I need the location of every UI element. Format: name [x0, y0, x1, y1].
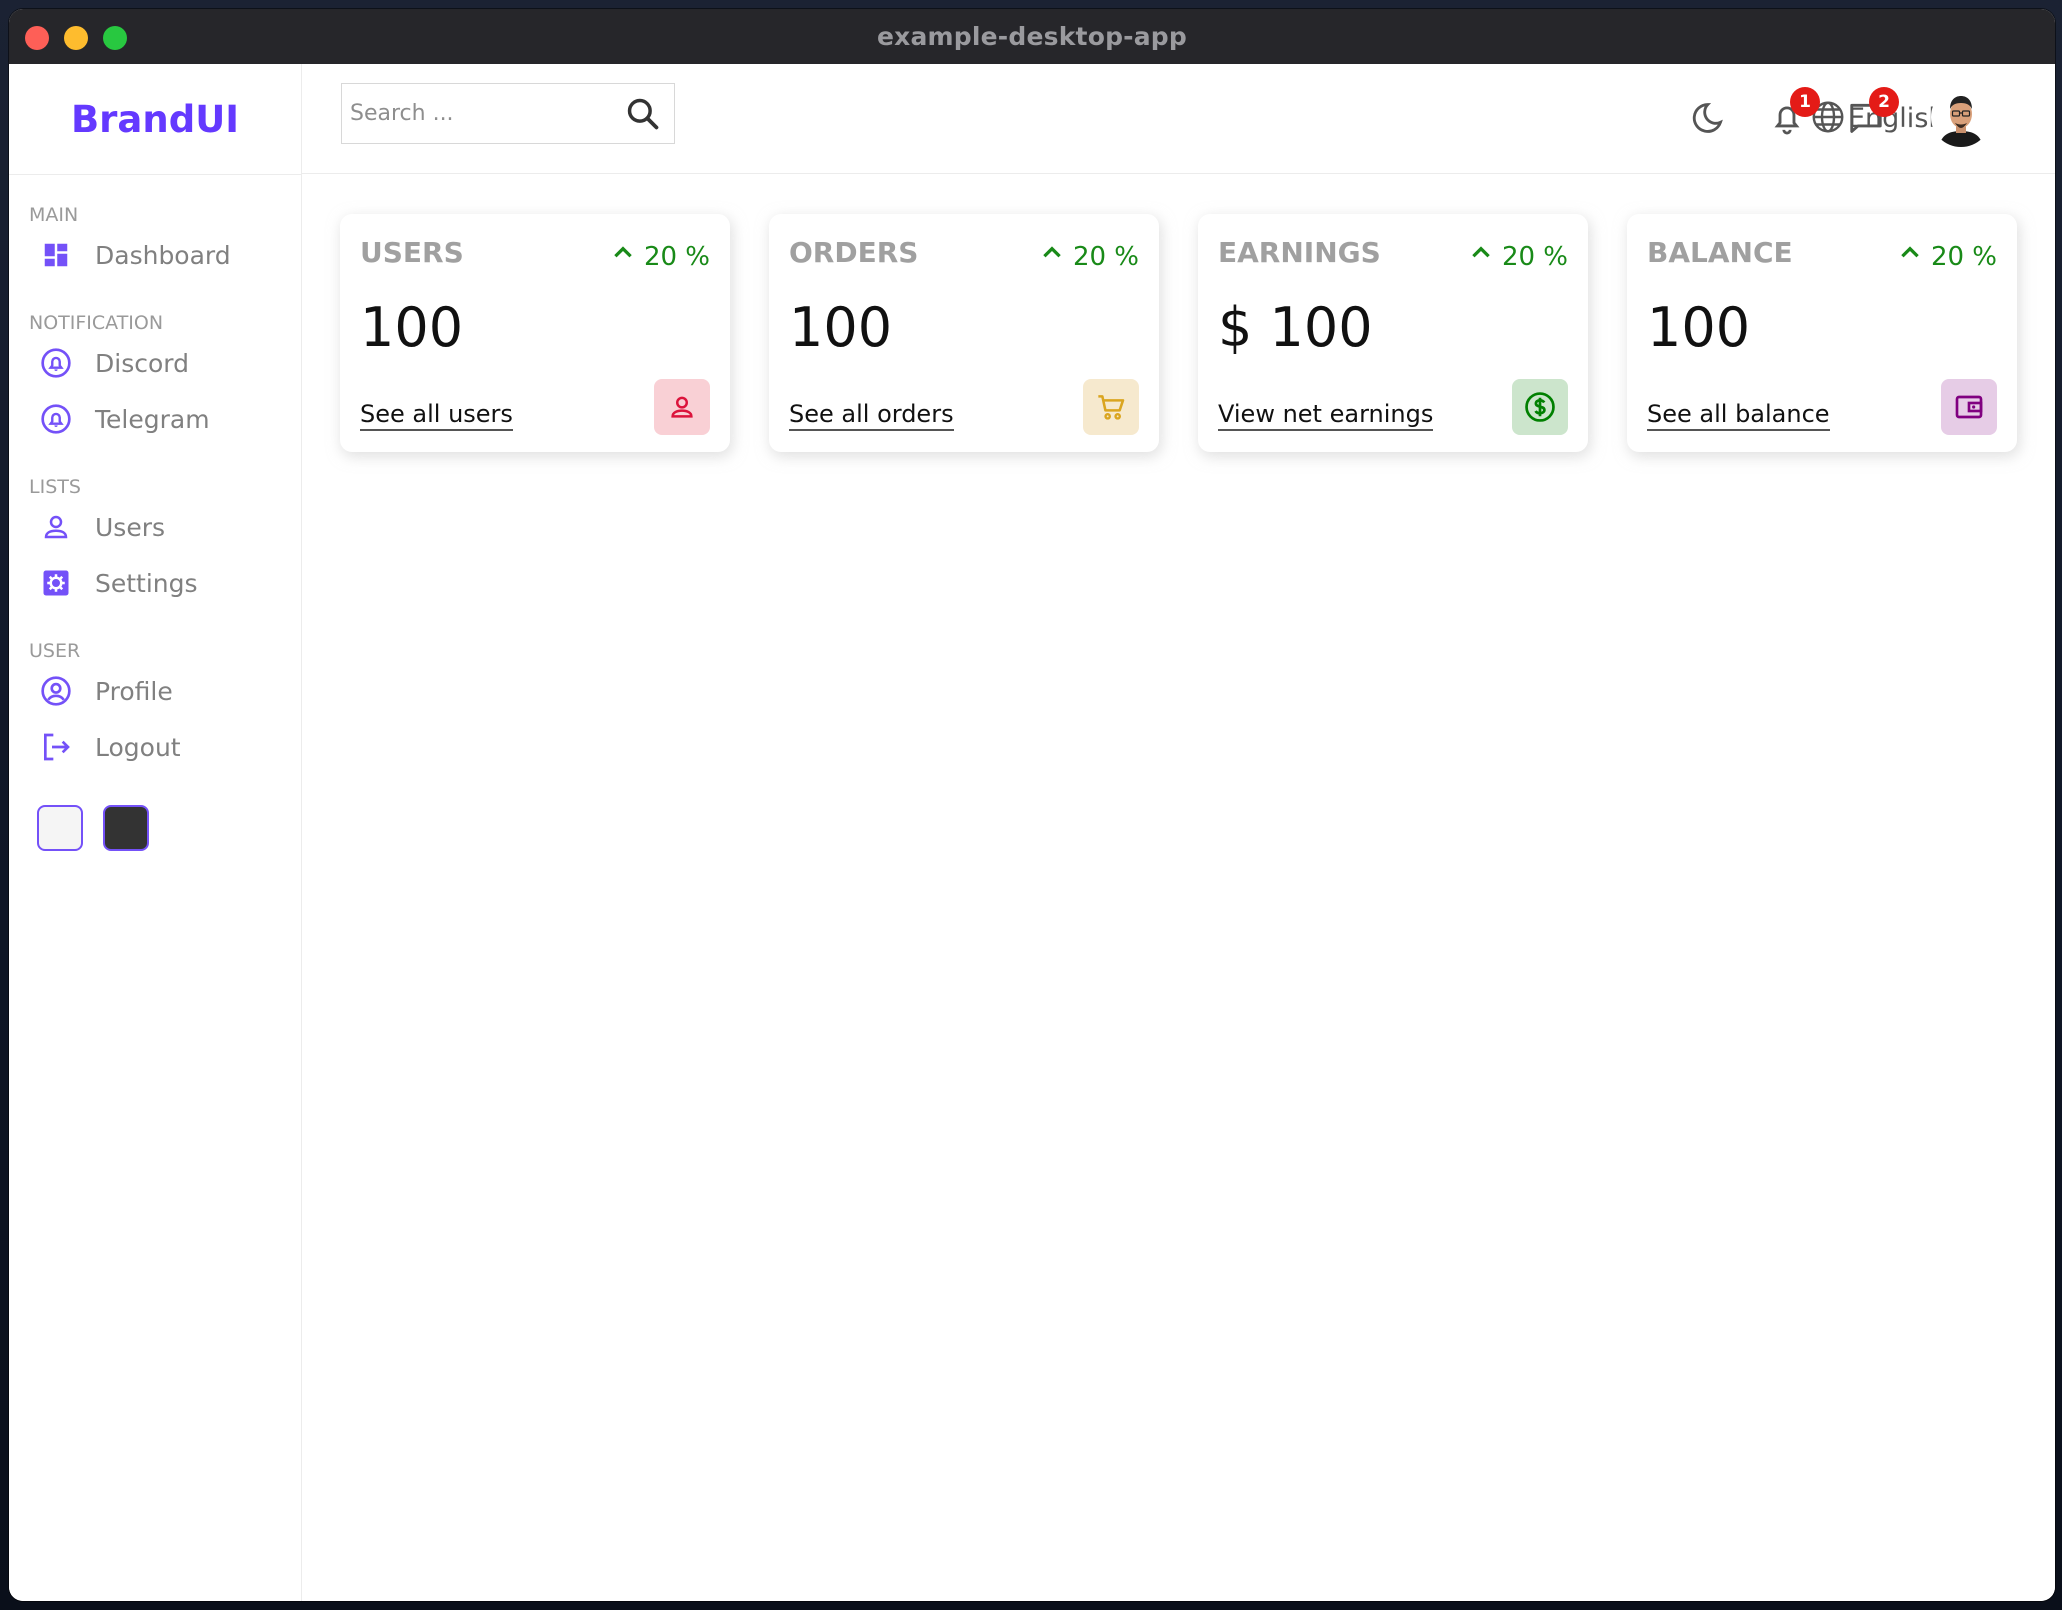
widget-percentage: 20 %: [1468, 240, 1568, 273]
percentage-value: 20 %: [643, 241, 710, 272]
main-content: USERS 20 % 100 See all users ORDERS 20 %…: [302, 174, 2055, 1601]
widget-balance: BALANCE 20 % 100 See all balance: [1627, 214, 2017, 452]
sidebar-section-main: MAIN: [29, 204, 79, 226]
user-avatar[interactable]: [1931, 87, 1991, 147]
shopping-cart-icon: [1083, 379, 1139, 435]
widget-counter: 100: [1647, 296, 1751, 359]
widget-orders: ORDERS 20 % 100 See all orders: [769, 214, 1159, 452]
sidebar-item-profile[interactable]: Profile: [9, 663, 301, 719]
widget-counter: 100: [360, 296, 464, 359]
chevron-up-icon: [1468, 240, 1494, 273]
chevron-up-icon: [610, 240, 636, 273]
sidebar-item-label: Settings: [95, 568, 198, 598]
person-icon: [39, 510, 73, 544]
sidebar-item-label: Discord: [95, 348, 189, 378]
widget-link[interactable]: See all users: [360, 400, 513, 431]
widget-title: ORDERS: [789, 236, 919, 269]
top-navbar: English 1 2: [302, 64, 2055, 174]
notifications-badge: 1: [1790, 87, 1820, 117]
sidebar-item-label: Dashboard: [95, 240, 231, 270]
sidebar-item-label: Telegram: [95, 404, 210, 434]
maximize-window-button[interactable]: [103, 26, 127, 50]
percentage-value: 20 %: [1501, 241, 1568, 272]
notifications-bell-icon[interactable]: 1: [1768, 87, 1820, 137]
sidebar-section-lists: LISTS: [29, 476, 81, 498]
person-outline-icon: [654, 379, 710, 435]
sidebar-item-label: Profile: [95, 676, 173, 706]
widget-link[interactable]: See all balance: [1647, 400, 1830, 431]
sidebar-item-discord[interactable]: Discord: [9, 335, 301, 391]
widget-earnings: EARNINGS 20 % $ 100 View net earnings: [1198, 214, 1588, 452]
settings-gear-icon: [39, 566, 73, 600]
light-theme-swatch[interactable]: [37, 805, 83, 851]
widget-percentage: 20 %: [1039, 240, 1139, 273]
brand-name: BrandUI: [70, 97, 240, 141]
sidebar: BrandUI MAIN Dashboard NOTIFICATION Disc…: [9, 64, 302, 1601]
sidebar-item-settings[interactable]: Settings: [9, 555, 301, 611]
title-bar: example-desktop-app: [9, 9, 2055, 64]
dark-mode-toggle-icon[interactable]: [1688, 99, 1726, 137]
widget-title: USERS: [360, 236, 464, 269]
widget-users: USERS 20 % 100 See all users: [340, 214, 730, 452]
dark-theme-swatch[interactable]: [103, 805, 149, 851]
account-circle-icon: [39, 674, 73, 708]
widget-title: BALANCE: [1647, 236, 1793, 269]
dollar-circle-icon: [1512, 379, 1568, 435]
search-input[interactable]: [342, 100, 612, 127]
sidebar-item-label: Logout: [95, 732, 181, 762]
percentage-value: 20 %: [1930, 241, 1997, 272]
messages-chat-icon[interactable]: 2: [1847, 87, 1899, 137]
widget-counter: 100: [789, 296, 893, 359]
widget-link[interactable]: View net earnings: [1218, 400, 1434, 431]
chevron-up-icon: [1039, 240, 1065, 273]
widget-link[interactable]: See all orders: [789, 400, 954, 431]
sidebar-item-telegram[interactable]: Telegram: [9, 391, 301, 447]
dashboard-icon: [39, 238, 73, 272]
theme-color-options: [9, 775, 301, 851]
sidebar-item-label: Users: [95, 512, 166, 542]
notification-bell-circle-icon: [39, 346, 73, 380]
messages-badge: 2: [1869, 87, 1899, 117]
widget-title: EARNINGS: [1218, 236, 1381, 269]
sidebar-item-dashboard[interactable]: Dashboard: [9, 227, 301, 283]
search-box: [341, 83, 675, 144]
logout-icon: [39, 730, 73, 764]
sidebar-section-user: USER: [29, 640, 81, 662]
notification-bell-circle-icon: [39, 402, 73, 436]
wallet-icon: [1941, 379, 1997, 435]
window-title: example-desktop-app: [876, 22, 1187, 51]
sidebar-section-notification: NOTIFICATION: [29, 312, 164, 334]
widget-percentage: 20 %: [1897, 240, 1997, 273]
search-icon[interactable]: [624, 95, 662, 133]
percentage-value: 20 %: [1072, 241, 1139, 272]
sidebar-item-users[interactable]: Users: [9, 499, 301, 555]
close-window-button[interactable]: [25, 26, 49, 50]
sidebar-item-logout[interactable]: Logout: [9, 719, 301, 775]
brand-logo[interactable]: BrandUI: [9, 64, 301, 175]
widget-percentage: 20 %: [610, 240, 710, 273]
window-controls: [25, 26, 127, 50]
widget-counter: $ 100: [1218, 296, 1373, 359]
chevron-up-icon: [1897, 240, 1923, 273]
minimize-window-button[interactable]: [64, 26, 88, 50]
widgets-row: USERS 20 % 100 See all users ORDERS 20 %…: [340, 214, 2017, 452]
app-window: example-desktop-app BrandUI MAIN Dashboa…: [9, 9, 2055, 1601]
